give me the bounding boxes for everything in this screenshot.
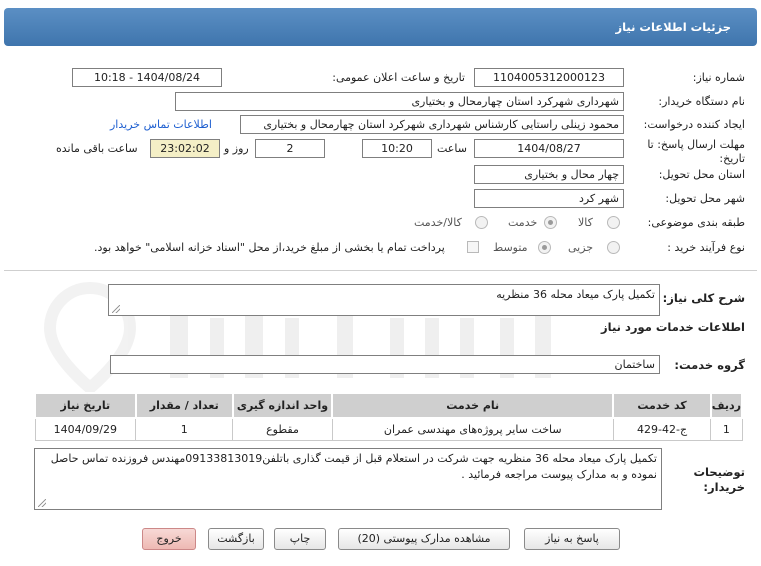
- services-table: ردیف کد خدمت نام خدمت واحد اندازه گیری ت…: [34, 392, 744, 441]
- process-radio-medium[interactable]: [538, 241, 551, 254]
- col-service-name: نام خدمت: [331, 392, 615, 419]
- buyer-contact-link[interactable]: اطلاعات تماس خریدار: [110, 118, 212, 131]
- need-number-field: 1104005312000123: [474, 68, 624, 87]
- table-row: 1 ج-42-429 ساخت سایر پروژه‌های مهندسی عم…: [34, 417, 743, 441]
- category-radio-goods-service[interactable]: [475, 216, 488, 229]
- summary-label: شرح کلی نیاز:: [662, 291, 745, 305]
- treasury-payment-checkbox[interactable]: [467, 241, 479, 253]
- remaining-time-field: 23:02:02: [150, 139, 220, 158]
- page-title: جزئیات اطلاعات نیاز: [615, 20, 731, 34]
- category-goods-service-label: کالا/خدمت: [414, 216, 462, 229]
- treasury-payment-label: پرداخت تمام یا بخشی از مبلغ خرید،از محل …: [94, 241, 445, 254]
- service-group-field: ساختمان: [110, 355, 660, 374]
- service-group-label: گروه خدمت:: [674, 358, 745, 372]
- requester-label: ایجاد کننده درخواست:: [643, 118, 745, 131]
- cell-quantity: 1: [135, 417, 234, 441]
- remaining-days-field: 2: [255, 139, 325, 158]
- category-service-label: خدمت: [508, 216, 538, 229]
- deadline-time-field: 10:20: [362, 139, 432, 158]
- resize-grip-icon[interactable]: [112, 305, 120, 313]
- aria-tender-watermark: [43, 282, 551, 396]
- cell-row: 1: [710, 417, 743, 441]
- process-minor-label: جزیی: [568, 241, 594, 254]
- process-label: نوع فرآیند خرید :: [667, 241, 745, 254]
- back-button[interactable]: بازگشت: [208, 528, 264, 550]
- buyer-notes-label-line2: خریدار:: [703, 480, 745, 494]
- announce-datetime-field: 1404/08/24 - 10:18: [72, 68, 222, 87]
- buyer-notes-text: تکمیل پارک میعاد محله 36 منظریه جهت شرکت…: [50, 452, 657, 481]
- category-radio-goods[interactable]: [607, 216, 620, 229]
- process-medium-label: متوسط: [493, 241, 528, 254]
- summary-text: تکمیل پارک میعاد محله 36 منظریه: [496, 288, 655, 301]
- remaining-time-label: ساعت باقی مانده: [56, 142, 138, 155]
- services-table-header: ردیف کد خدمت نام خدمت واحد اندازه گیری ت…: [34, 392, 744, 419]
- reply-button[interactable]: پاسخ به نیاز: [524, 528, 620, 550]
- buyer-notes-label-line1: توضیحات: [693, 465, 746, 479]
- category-label: طبقه بندی موضوعی:: [647, 216, 745, 229]
- deadline-time-label: ساعت: [437, 142, 467, 155]
- print-button[interactable]: چاپ: [274, 528, 326, 550]
- cell-unit: مقطوع: [232, 417, 333, 441]
- category-goods-label: کالا: [578, 216, 593, 229]
- requester-field: محمود زینلی راستایی کارشناس شهرداری شهرک…: [240, 115, 624, 134]
- cell-need-date: 1404/09/29: [34, 417, 137, 441]
- page-title-bar: جزئیات اطلاعات نیاز: [4, 8, 757, 46]
- summary-textarea[interactable]: تکمیل پارک میعاد محله 36 منظریه: [108, 284, 660, 316]
- buyer-org-field: شهرداری شهرکرد استان چهارمحال و بختیاری: [175, 92, 624, 111]
- cell-service-name: ساخت سایر پروژه‌های مهندسی عمران: [331, 417, 614, 441]
- exit-button[interactable]: خروج: [142, 528, 196, 550]
- section-divider: [4, 270, 757, 271]
- col-quantity: تعداد / مقدار: [134, 392, 234, 419]
- buyer-notes-textarea[interactable]: تکمیل پارک میعاد محله 36 منظریه جهت شرکت…: [34, 448, 662, 510]
- col-need-date: تاریخ نیاز: [34, 392, 137, 419]
- announce-datetime-label: تاریخ و ساعت اعلان عمومی:: [332, 71, 465, 84]
- col-unit: واحد اندازه گیری: [231, 392, 334, 419]
- deadline-label-line1: مهلت ارسال پاسخ: تا: [647, 138, 745, 151]
- remaining-days-label: روز و: [224, 142, 249, 155]
- view-attachments-button[interactable]: مشاهده مدارک پیوستی (20): [338, 528, 510, 550]
- province-label: استان محل تحویل:: [658, 168, 745, 181]
- city-label: شهر محل تحویل:: [665, 192, 745, 205]
- need-number-label: شماره نیاز:: [692, 71, 745, 84]
- col-row: ردیف: [709, 392, 744, 419]
- deadline-label-line2: تاریخ:: [719, 152, 745, 165]
- category-radio-service[interactable]: [544, 216, 557, 229]
- province-field: چهار محال و بختیاری: [474, 165, 624, 184]
- buyer-org-label: نام دستگاه خریدار:: [658, 95, 745, 108]
- services-section-title: اطلاعات خدمات مورد نیاز: [601, 320, 745, 334]
- deadline-date-field: 1404/08/27: [474, 139, 624, 158]
- process-radio-minor[interactable]: [607, 241, 620, 254]
- cell-service-code: ج-42-429: [612, 417, 712, 441]
- col-service-code: کد خدمت: [612, 392, 712, 419]
- resize-grip-icon[interactable]: [38, 499, 46, 507]
- city-field: شهر کرد: [474, 189, 624, 208]
